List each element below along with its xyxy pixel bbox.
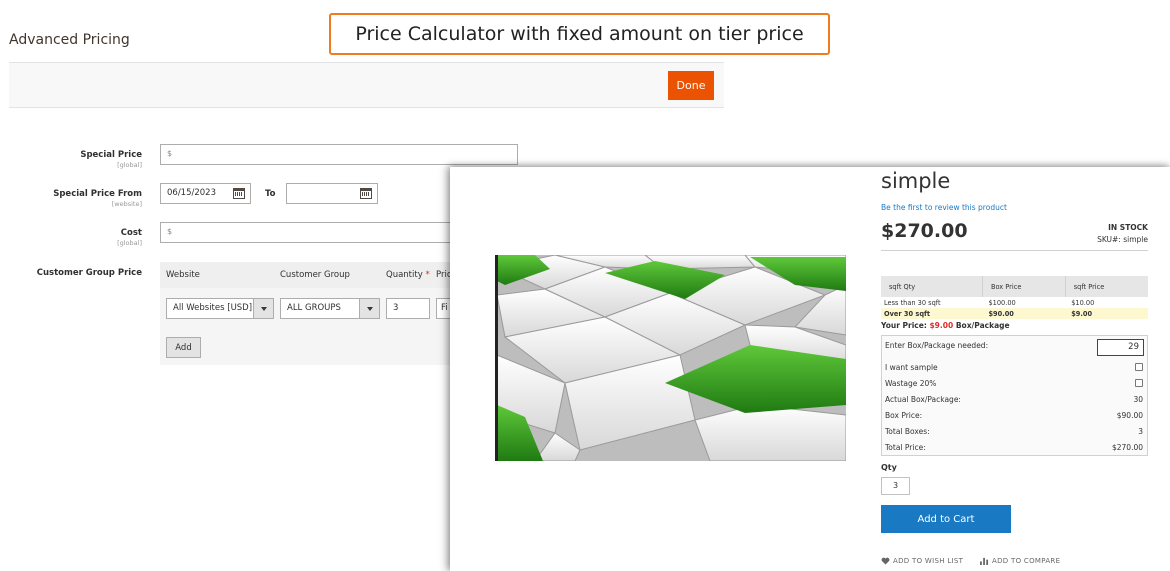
product-price: $270.00 [881, 220, 968, 242]
your-price-amount: $9.00 [929, 321, 954, 330]
stock-status: IN STOCK [1108, 223, 1148, 232]
table-cell: $90.00 [982, 308, 1066, 319]
table-cell: $100.00 [988, 298, 1016, 307]
customer-group-price-label: Customer Group Price [36, 268, 142, 278]
add-to-cart-button[interactable]: Add to Cart [881, 505, 1011, 533]
table-cell: $10.00 [1071, 298, 1095, 307]
product-sku: SKU#: simple [1097, 235, 1148, 244]
special-price-from-scope: [website] [111, 200, 142, 208]
your-price-prefix: Your Price: [881, 321, 927, 330]
quantity-input[interactable]: 3 [386, 298, 430, 319]
actual-label: Actual Box/Package: [885, 395, 961, 404]
special-price-label: Special Price [global] [9, 150, 142, 169]
tier-header-qty: sqft Qty [881, 276, 983, 297]
product-name: simple [881, 169, 951, 193]
to-label: To [265, 189, 276, 199]
total-boxes-value: 3 [1138, 427, 1143, 436]
col-quantity-text: Quantity [386, 270, 423, 280]
col-quantity: Quantity * [386, 270, 430, 280]
wastage-row: Wastage 20% [885, 379, 1143, 391]
review-link[interactable]: Be the first to review this product [881, 203, 1007, 212]
wastage-label: Wastage 20% [885, 379, 937, 388]
special-price-from-label: Special Price From [website] [9, 189, 142, 208]
from-date-value: 06/15/2023 [167, 188, 216, 198]
special-price-to-input[interactable] [286, 183, 378, 204]
add-to-wishlist-link[interactable]: ADD TO WISH LIST [881, 557, 963, 565]
cost-scope: [global] [117, 239, 142, 247]
wastage-checkbox[interactable] [1135, 379, 1143, 387]
product-photo [495, 255, 846, 461]
total-boxes-label: Total Boxes: [885, 427, 930, 436]
feature-banner: Price Calculator with fixed amount on ti… [329, 13, 830, 55]
compare-label: ADD TO COMPARE [992, 557, 1061, 565]
sample-row: I want sample [885, 363, 1143, 375]
currency-symbol: $ [167, 227, 173, 236]
needed-label: Enter Box/Package needed: [885, 341, 989, 350]
website-select[interactable]: All Websites [USD] [166, 298, 274, 319]
cost-label: Cost [global] [9, 228, 142, 247]
quantity-input-value: 3 [393, 303, 399, 313]
chevron-down-icon[interactable] [359, 299, 379, 318]
done-button[interactable]: Done [668, 71, 714, 100]
divider [881, 250, 1148, 251]
cost-input[interactable]: $ [160, 222, 460, 243]
required-mark: * [425, 270, 430, 280]
special-price-scope: [global] [117, 161, 142, 169]
product-page-panel: simple Be the first to review this produ… [450, 167, 1170, 571]
actual-value: 30 [1133, 395, 1143, 404]
special-price-from-label-text: Special Price From [53, 189, 142, 199]
actual-row: Actual Box/Package: 30 [885, 395, 1143, 407]
special-price-input[interactable]: $ [160, 144, 518, 165]
your-price-suffix: Box/Package [955, 321, 1010, 330]
customer-group-select[interactable]: ALL GROUPS [280, 298, 380, 319]
add-to-compare-link[interactable]: ADD TO COMPARE [980, 557, 1060, 565]
box-price-label: Box Price: [885, 411, 923, 420]
currency-symbol: $ [167, 149, 173, 158]
calendar-icon[interactable] [233, 188, 245, 199]
website-select-value: All Websites [USD] [173, 303, 253, 313]
your-price: Your Price: $9.00 Box/Package [881, 321, 1010, 330]
price-type-value: Fi [441, 303, 448, 313]
customer-group-select-value: ALL GROUPS [287, 303, 341, 313]
add-button[interactable]: Add [166, 337, 201, 358]
chevron-down-icon[interactable] [253, 299, 273, 318]
special-price-label-text: Special Price [80, 150, 142, 160]
product-image [495, 255, 846, 461]
total-boxes-row: Total Boxes: 3 [885, 427, 1143, 439]
col-website: Website [166, 270, 200, 280]
table-row: Less than 30 sqft $100.00 $10.00 [881, 297, 1148, 308]
total-price-value: $270.00 [1111, 443, 1143, 452]
wishlist-label: ADD TO WISH LIST [893, 557, 964, 565]
table-row: Over 30 sqft $90.00 $9.00 [881, 308, 1148, 319]
sample-checkbox[interactable] [1135, 363, 1143, 371]
table-cell: Over 30 sqft [881, 308, 983, 319]
sku-value: simple [1123, 235, 1148, 244]
price-calculator: Enter Box/Package needed: 29 I want samp… [881, 335, 1148, 456]
bar-chart-icon [980, 557, 989, 565]
special-price-from-input[interactable]: 06/15/2023 [160, 183, 251, 204]
sku-label: SKU#: [1097, 235, 1121, 244]
table-cell: $9.00 [1065, 308, 1148, 319]
page-toolbar: Done [9, 62, 724, 108]
col-customer-group: Customer Group [280, 270, 350, 280]
total-price-row: Total Price: $270.00 [885, 443, 1143, 455]
cost-label-text: Cost [120, 228, 142, 238]
table-cell: Less than 30 sqft [884, 298, 941, 307]
qty-label: Qty [881, 463, 897, 472]
page-title: Advanced Pricing [9, 32, 130, 48]
calendar-icon[interactable] [360, 188, 372, 199]
qty-input[interactable]: 3 [881, 477, 910, 495]
heart-icon [881, 557, 890, 565]
total-price-label: Total Price: [885, 443, 926, 452]
tier-price-table: sqft Qty Box Price sqft Price Less than … [881, 276, 1148, 319]
sample-label: I want sample [885, 363, 938, 372]
box-needed-input[interactable]: 29 [1097, 339, 1144, 356]
tier-header-box-price: Box Price [981, 276, 1066, 297]
box-price-value: $90.00 [1116, 411, 1143, 420]
box-price-row: Box Price: $90.00 [885, 411, 1143, 423]
tier-header-sqft-price: sqft Price [1064, 276, 1148, 297]
